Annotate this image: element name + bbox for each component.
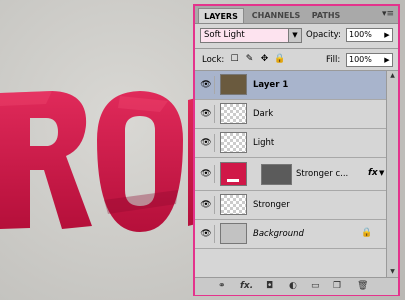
layer-list: 👁 Layer 1 👁 Dark 👁 Light 👁 Stronger c...… bbox=[195, 71, 386, 277]
layer-mask-thumbnail bbox=[261, 164, 292, 185]
layer-name[interactable]: Dark bbox=[253, 109, 273, 119]
lock-image-icon[interactable]: ✎ bbox=[244, 54, 255, 65]
eye-icon[interactable]: 👁 bbox=[198, 196, 215, 214]
link-layers-icon[interactable]: ⚭ bbox=[218, 280, 226, 292]
lock-label: Lock: bbox=[202, 55, 225, 65]
opacity-dropdown-icon[interactable]: ▶ bbox=[382, 29, 392, 41]
layer-row-stronger-copy[interactable]: 👁 Stronger c... fx ▼ bbox=[195, 158, 386, 191]
lock-transparency-icon[interactable]: ☐ bbox=[229, 54, 240, 65]
layer-row-stronger[interactable]: 👁 Stronger bbox=[195, 191, 386, 220]
layer-thumbnail bbox=[220, 194, 247, 215]
layer-row-layer-1[interactable]: 👁 Layer 1 bbox=[195, 71, 386, 100]
panel-menu-icon[interactable]: ▾≡ bbox=[382, 9, 394, 19]
layer-list-scrollbar[interactable]: ▲ ▼ bbox=[386, 71, 398, 277]
eye-icon[interactable]: 👁 bbox=[198, 225, 215, 243]
blend-mode-value: Soft Light bbox=[204, 30, 245, 40]
chevron-down-icon: ▼ bbox=[288, 29, 301, 42]
lock-all-icon[interactable]: 🔒 bbox=[274, 54, 285, 65]
layer-name[interactable]: Light bbox=[253, 138, 274, 148]
add-mask-icon[interactable]: ◘ bbox=[266, 280, 273, 292]
lock-options: ☐ ✎ ✥ 🔒 bbox=[229, 54, 289, 66]
layer-row-light[interactable]: 👁 Light bbox=[195, 129, 386, 158]
layer-name[interactable]: Background bbox=[253, 229, 304, 239]
eye-icon[interactable]: 👁 bbox=[198, 165, 215, 183]
scroll-down-icon[interactable]: ▼ bbox=[387, 267, 398, 277]
layer-thumbnail bbox=[220, 223, 247, 244]
eye-icon[interactable]: 👁 bbox=[198, 76, 215, 94]
fill-value: 100% bbox=[349, 55, 372, 64]
new-layer-icon[interactable]: ❐ bbox=[333, 280, 341, 292]
divider bbox=[195, 48, 398, 49]
adjustment-layer-icon[interactable]: ◐ bbox=[289, 280, 297, 292]
layer-row-background[interactable]: 👁 Background 🔒 bbox=[195, 220, 386, 249]
lock-icon: 🔒 bbox=[361, 228, 373, 238]
fill-label: Fill: bbox=[326, 55, 341, 65]
layer-name[interactable]: Layer 1 bbox=[253, 80, 288, 90]
eye-icon[interactable]: 👁 bbox=[198, 134, 215, 152]
add-layer-style-icon[interactable]: fx. bbox=[240, 280, 253, 292]
layer-thumbnail bbox=[220, 162, 247, 186]
opacity-input[interactable]: 100% ▶ bbox=[346, 28, 393, 42]
fill-input[interactable]: 100% ▶ bbox=[346, 53, 393, 67]
scroll-up-icon[interactable]: ▲ bbox=[387, 71, 398, 81]
fill-dropdown-icon[interactable]: ▶ bbox=[382, 54, 392, 66]
layer-name[interactable]: Stronger c... bbox=[296, 169, 348, 179]
blend-mode-select[interactable]: Soft Light ▼ bbox=[200, 28, 302, 43]
tab-layers[interactable]: LAYERS bbox=[198, 8, 244, 23]
layer-thumbnail bbox=[220, 74, 247, 95]
fx-icon[interactable]: fx bbox=[368, 168, 378, 178]
tab-channels[interactable]: CHANNELS bbox=[247, 8, 305, 23]
eye-icon[interactable]: 👁 bbox=[198, 105, 215, 123]
delete-layer-icon[interactable]: 🗑 bbox=[357, 280, 368, 292]
tab-paths[interactable]: PATHS bbox=[307, 8, 345, 23]
layers-panel: LAYERS CHANNELS PATHS ▾≡ Soft Light ▼ Op… bbox=[193, 4, 400, 296]
layer-thumbnail bbox=[220, 132, 247, 153]
lock-position-icon[interactable]: ✥ bbox=[259, 54, 270, 65]
layer-thumbnail bbox=[220, 103, 247, 124]
opacity-value: 100% bbox=[349, 30, 372, 39]
opacity-label: Opacity: bbox=[306, 30, 341, 40]
new-group-icon[interactable]: ▭ bbox=[311, 280, 320, 292]
layer-row-dark[interactable]: 👁 Dark bbox=[195, 100, 386, 129]
layer-name[interactable]: Stronger bbox=[253, 200, 290, 210]
expand-effects-icon[interactable]: ▼ bbox=[379, 169, 384, 177]
panel-tab-bar: LAYERS CHANNELS PATHS ▾≡ bbox=[195, 6, 398, 24]
panel-footer: ⚭ fx. ◘ ◐ ▭ ❐ 🗑 bbox=[195, 277, 398, 295]
